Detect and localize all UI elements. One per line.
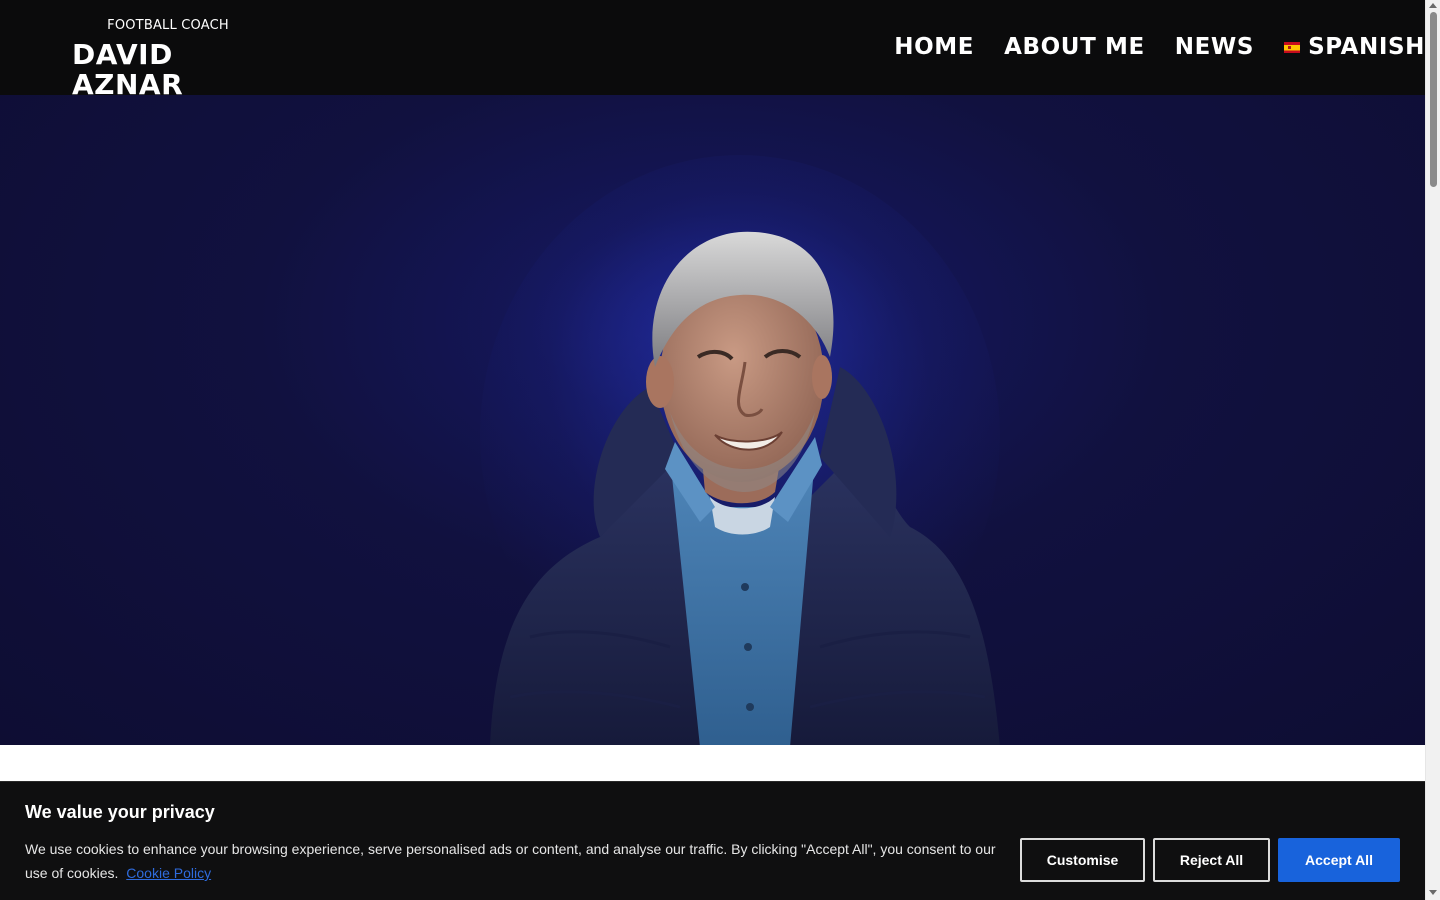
site-header: FOOTBALL COACH DAVID AZNAR HOME ABOUT ME… [0,0,1425,100]
coach-portrait [490,231,1000,745]
hero-section [0,95,1425,745]
cookie-policy-link[interactable]: Cookie Policy [126,865,211,881]
language-label: SPANISH [1308,34,1425,60]
accept-all-button[interactable]: Accept All [1278,838,1400,882]
cookie-banner: We value your privacy We use cookies to … [0,781,1425,900]
customise-button[interactable]: Customise [1020,838,1145,882]
page: FOOTBALL COACH DAVID AZNAR HOME ABOUT ME… [0,0,1440,900]
page-scrollbar[interactable] [1425,0,1440,900]
scroll-thumb[interactable] [1430,12,1437,187]
scroll-down-arrow-icon[interactable] [1429,890,1437,895]
brand-subtitle: FOOTBALL COACH [107,18,229,33]
nav-item-home[interactable]: HOME [894,34,974,60]
nav-item-news[interactable]: NEWS [1175,34,1254,60]
content-area [0,745,1425,781]
main-nav: HOME ABOUT ME NEWS SPANISH [864,31,1425,63]
spain-flag-icon [1284,41,1301,53]
cookie-title: We value your privacy [25,802,215,822]
nav-item-about-me[interactable]: ABOUT ME [1004,34,1145,60]
reject-all-button[interactable]: Reject All [1153,838,1270,882]
nav-item-language[interactable]: SPANISH [1284,34,1425,60]
cookie-description: We use cookies to enhance your browsing … [25,837,1000,885]
scroll-up-arrow-icon[interactable] [1429,3,1437,8]
brand-title: DAVID AZNAR [72,38,184,101]
brand-logo[interactable]: FOOTBALL COACH DAVID AZNAR [72,17,272,100]
